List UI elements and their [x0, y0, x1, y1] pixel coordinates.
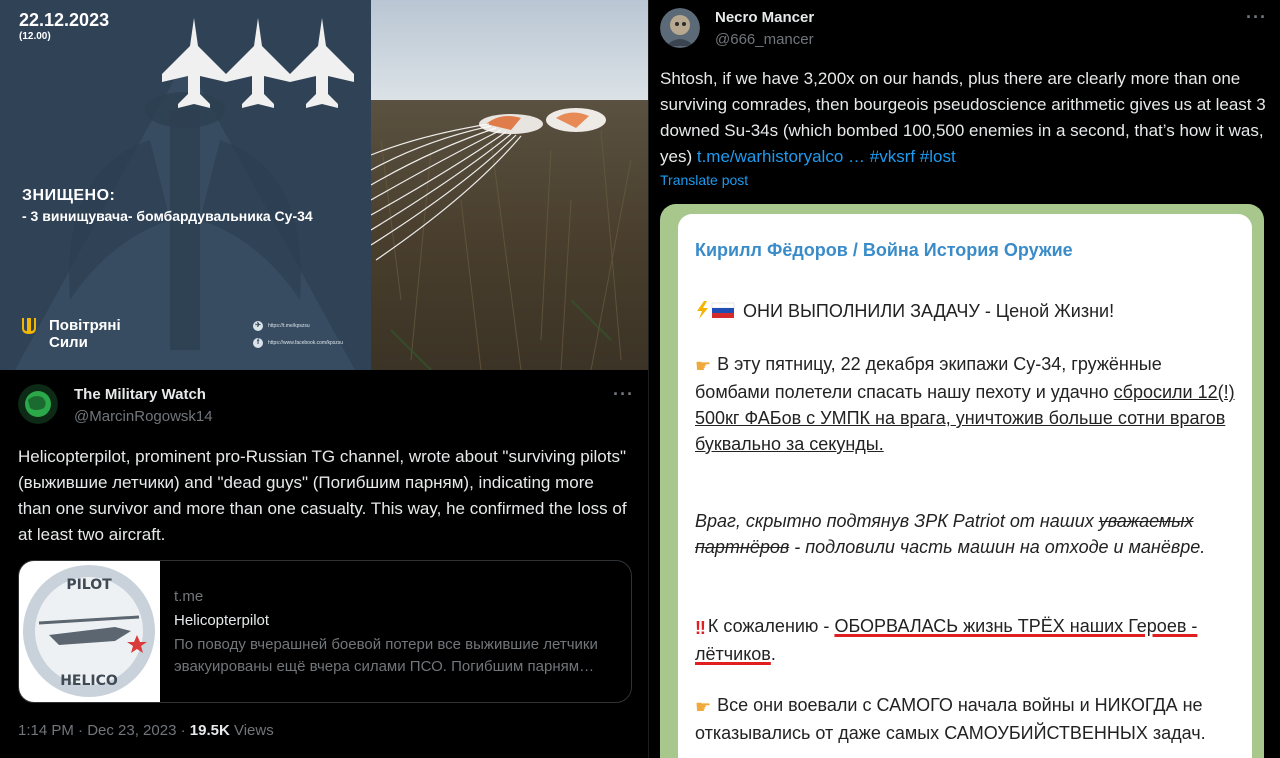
telegram-link-row[interactable]: ✈ https://t.me/kpszsu: [253, 321, 310, 331]
telegram-message-bubble: Кирилл Фёдоров / Война История Оружие ОН…: [678, 214, 1252, 758]
military-watch-tweet[interactable]: The Military Watch @MarcinRogowsk14 ··· …: [0, 370, 648, 758]
translate-post-link[interactable]: Translate post: [660, 172, 748, 188]
air-force-label: Повітряні Сили: [49, 317, 121, 351]
avatar-image: [660, 8, 700, 48]
military-watch-avatar[interactable]: [18, 384, 58, 424]
necro-mancer-avatar[interactable]: [660, 8, 700, 48]
link-title: Helicopterpilot: [174, 612, 270, 629]
tweet-text: Helicopterpilot, prominent pro-Russian T…: [18, 447, 627, 544]
link-preview-card[interactable]: PILOT HELICO t.me Helicopterpilot По пов…: [18, 560, 632, 703]
facebook-icon: f: [253, 338, 263, 348]
tweet-text: Shtosh, if we have 3,200x on our hands, …: [660, 69, 1266, 166]
lightning-flag-icon: [697, 301, 735, 319]
destroyed-aircraft-infographic: 22.12.2023 (12.00) ЗНИЩЕНО: - 3 винищува…: [0, 0, 371, 370]
author-handle[interactable]: @MarcinRogowsk14: [74, 408, 213, 425]
facebook-link-row[interactable]: f https://www.facebook.com/kpszsu: [253, 338, 343, 348]
more-options-icon[interactable]: ···: [613, 384, 634, 405]
pointing-hand-icon: ☛: [695, 697, 712, 717]
more-options-icon[interactable]: ···: [1246, 7, 1267, 28]
telegram-paragraph-1: ОНИ ВЫПОЛНИЛИ ЗАДАЧУ - Ценой Жизни!: [695, 298, 1235, 324]
necro-mancer-tweet[interactable]: Necro Mancer @666_mancer ··· Shtosh, if …: [648, 0, 1280, 758]
tweet-timestamp[interactable]: 1:14 PM · Dec 23, 2023 ·: [18, 722, 190, 739]
hashtag-lost[interactable]: #lost: [915, 147, 956, 166]
pointing-hand-icon: ☛: [695, 356, 712, 376]
telegram-paragraph-4: ‼ К сожалению - ОБОРВАЛАСЬ жизнь ТРЁХ наш…: [695, 616, 1198, 664]
author-name[interactable]: The Military Watch: [74, 386, 206, 403]
parachute-field-photo: [371, 0, 648, 370]
link-description: По поводу вчерашней боевой потери все вы…: [174, 636, 598, 675]
parachute-photo-image: [371, 0, 648, 370]
author-handle[interactable]: @666_mancer: [715, 31, 814, 48]
telegram-paragraph-3: Враг, скрытно подтянув ЗРК Patriot от на…: [695, 511, 1206, 557]
hashtag-vksrf[interactable]: #vksrf: [865, 147, 915, 166]
views-label: Views: [229, 722, 274, 739]
destroyed-heading: ЗНИЩЕНО:: [22, 187, 116, 204]
su34-silhouettes-icon: [162, 18, 354, 108]
telegram-link[interactable]: t.me/warhistoryalco …: [697, 147, 865, 166]
destroyed-item: - 3 винищувача- бомбардувальника Су-34: [22, 208, 313, 224]
globe-icon: [18, 384, 58, 424]
telegram-paragraph-2: ☛ В эту пятницу, 22 декабря экипажи Су-34…: [695, 354, 1235, 454]
svg-text:HELICO: HELICO: [60, 673, 118, 689]
author-name[interactable]: Necro Mancer: [715, 9, 814, 26]
telegram-post-screenshot[interactable]: Кирилл Фёдоров / Война История Оружие ОН…: [660, 204, 1264, 758]
link-domain: t.me: [174, 588, 204, 605]
report-time: (12.00): [19, 31, 51, 42]
trident-icon: [22, 318, 36, 334]
helicopterpilot-logo: PILOT HELICO: [19, 561, 160, 702]
views-count: 19.5K: [189, 722, 230, 739]
svg-text:PILOT: PILOT: [66, 577, 112, 593]
telegram-channel-name: Кирилл Фёдоров / Война История Оружие: [695, 240, 1073, 260]
telegram-icon: ✈: [253, 321, 263, 331]
telegram-paragraph-5: ☛ Все они воевали с САМОГО начала войны и…: [695, 695, 1206, 743]
helicopter-logo-icon: PILOT HELICO: [23, 565, 155, 697]
double-exclamation-icon: ‼: [695, 618, 706, 638]
tweet-meta: 1:14 PM · Dec 23, 2023 · 19.5K Views: [18, 722, 274, 739]
report-date: 22.12.2023: [19, 10, 110, 30]
